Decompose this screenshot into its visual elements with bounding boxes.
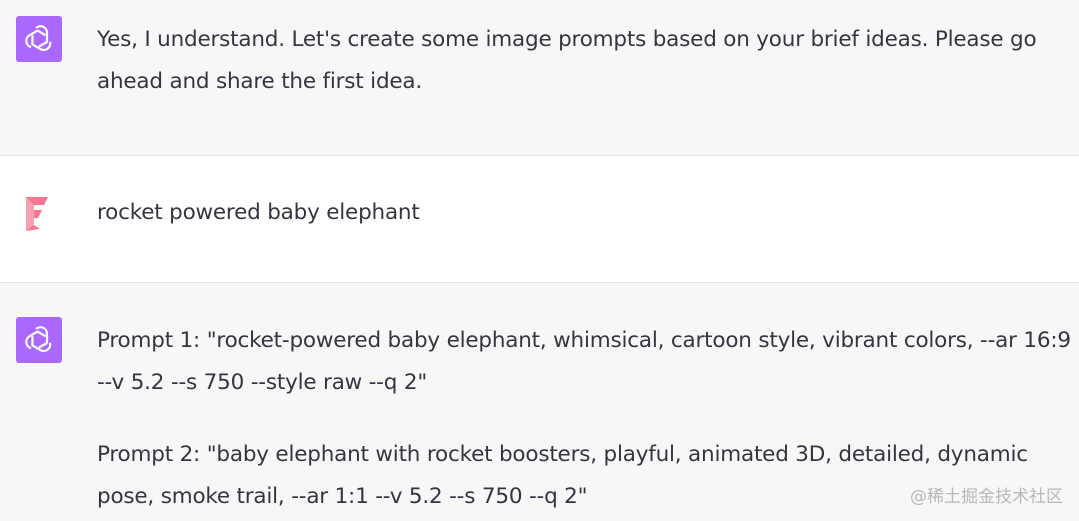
message-paragraph: rocket powered baby elephant	[97, 200, 420, 225]
user-avatar-icon	[16, 191, 62, 237]
watermark: @稀土掘金技术社区	[910, 487, 1063, 507]
message-text: rocket powered baby elephant	[97, 192, 1057, 234]
chat-thread: Yes, I understand. Let's create some ima…	[0, 0, 1079, 521]
message-paragraph: Yes, I understand. Let's create some ima…	[97, 27, 1037, 94]
openai-logo-icon	[16, 317, 62, 363]
message-text: Yes, I understand. Let's create some ima…	[97, 19, 1042, 103]
user-message: rocket powered baby elephant	[0, 155, 1079, 283]
openai-logo-icon	[16, 16, 62, 62]
message-paragraph: Prompt 1: "rocket-powered baby elephant,…	[97, 328, 1071, 395]
assistant-message: Yes, I understand. Let's create some ima…	[0, 0, 1079, 156]
